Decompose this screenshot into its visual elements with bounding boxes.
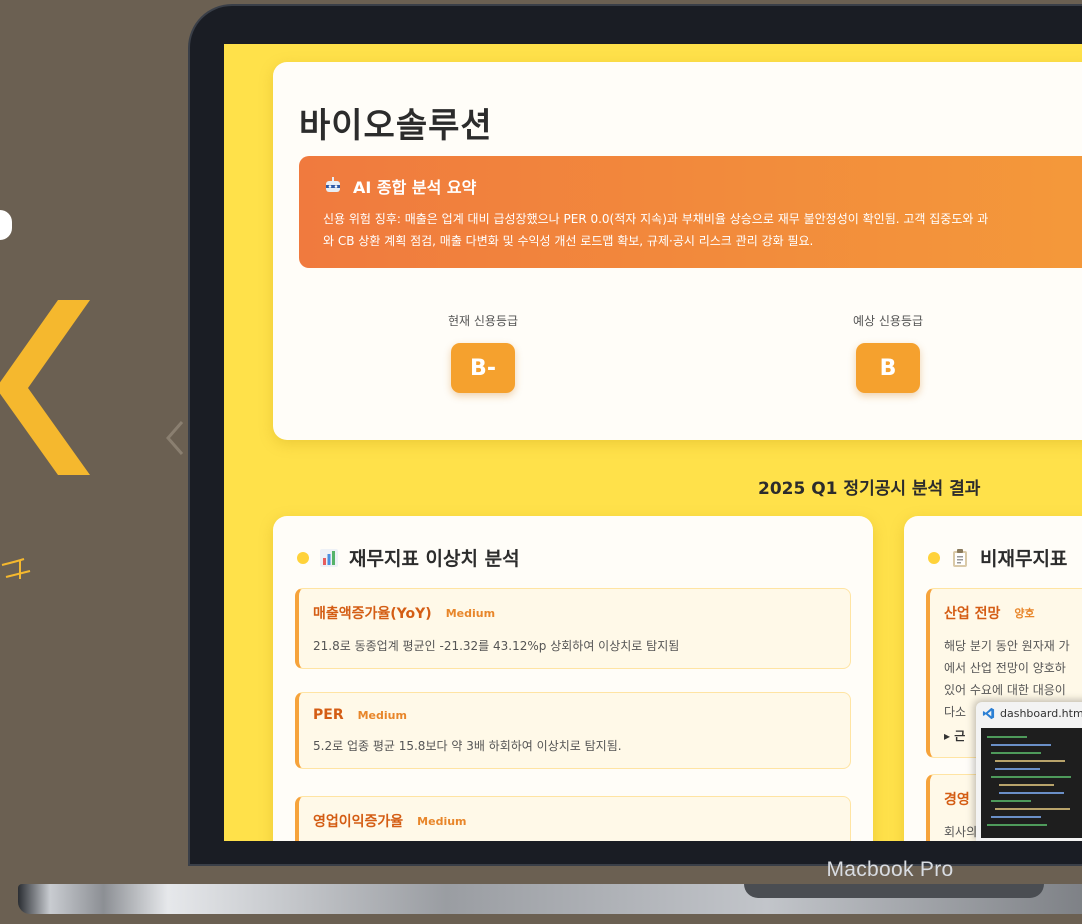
expected-grade-label: 예상 신용등급: [852, 314, 924, 328]
current-grade-label: 현재 신용등급: [447, 314, 519, 328]
bar-chart-icon: [320, 548, 338, 567]
item-description: 5.2로 업종 평균 15.8보다 약 3배 하회하여 이상치로 탐지됨.: [313, 739, 622, 753]
financial-item-revenue-growth[interactable]: 매출액증가율(YoY) Medium 21.8로 동종업계 평균인 -21.32…: [295, 588, 851, 669]
vscode-preview-window[interactable]: dashboard.html: [976, 702, 1082, 841]
vscode-code-area: [981, 728, 1082, 838]
nonfinancial-panel-header: 비재무지표: [928, 544, 1067, 571]
financial-panel-title: 재무지표 이상치 분석: [349, 548, 520, 570]
backdrop-arrow-icon: [166, 421, 184, 455]
item-title: 경영: [944, 792, 970, 808]
severity-badge: Medium: [357, 708, 407, 722]
vscode-tab[interactable]: dashboard.html: [976, 702, 1082, 725]
ai-summary-text-1: 신용 위험 징후: 매출은 업계 대비 급성장했으나 PER 0.0(적자 지속…: [323, 212, 989, 226]
nonfinancial-panel-title: 비재무지표: [980, 548, 1068, 570]
ai-summary-text-2: 와 CB 상환 계획 점검, 매출 다변화 및 수익성 개선 로드맵 확보, 규…: [323, 234, 814, 248]
severity-badge: Medium: [445, 606, 496, 620]
laptop-notch: [744, 884, 1044, 898]
chevron-decoration-icon: [0, 300, 90, 475]
status-dot-icon: [928, 551, 940, 564]
financial-panel-header: 재무지표 이상치 분석: [297, 544, 520, 571]
financial-item-op-income-growth[interactable]: 영업이익증가율 Medium: [295, 796, 851, 841]
item-description: 21.8로 동종업계 평균인 -21.32를 43.12%p 상회하여 이상치로…: [313, 639, 680, 653]
backdrop-fragment: [0, 210, 12, 240]
company-summary-card: 바이오솔루션 AI 종합 분석 요약 신용 위험 징후: 매출은 업계 대비 급…: [273, 62, 1082, 440]
robot-icon: [326, 177, 340, 192]
financial-anomaly-panel: 재무지표 이상치 분석 매출액증가율(YoY) Medium 21.8로 동종업…: [273, 516, 873, 841]
description-line: 에서 산업 전망이 양호하: [944, 661, 1066, 675]
dashboard-screen: 바이오솔루션 AI 종합 분석 요약 신용 위험 징후: 매출은 업계 대비 급…: [224, 44, 1082, 841]
status-dot-icon: [297, 551, 309, 564]
section-heading: 2025 Q1 정기공시 분석 결과: [758, 479, 981, 499]
expected-grade-badge: B: [856, 343, 920, 393]
item-title: 산업 전망: [944, 606, 1001, 622]
item-title: PER: [313, 707, 344, 723]
current-grade-block: 현재 신용등급 B-: [383, 312, 583, 393]
ai-summary-title: AI 종합 분석 요약: [353, 178, 477, 197]
ai-summary-banner: AI 종합 분석 요약 신용 위험 징후: 매출은 업계 대비 급성장했으나 P…: [299, 156, 1082, 268]
vscode-tab-label: dashboard.html: [1000, 707, 1082, 720]
financial-item-per[interactable]: PER Medium 5.2로 업종 평균 15.8보다 약 3배 하회하여 이…: [295, 692, 851, 769]
item-title: 매출액증가율(YoY): [313, 606, 432, 622]
clipboard-icon: [953, 548, 967, 567]
current-grade-badge: B-: [451, 343, 515, 393]
expected-grade-block: 예상 신용등급 B: [788, 312, 988, 393]
laptop-model-label: Macbook Pro: [826, 858, 954, 881]
item-title: 영업이익증가율: [313, 814, 404, 830]
severity-badge: 양호: [1014, 607, 1035, 620]
company-name: 바이오솔루션: [299, 106, 493, 146]
description-line: 있어 수요에 대한 대응이: [944, 683, 1066, 697]
description-line: 해당 분기 동안 원자재 가: [944, 639, 1070, 653]
scribble-decoration-icon: [1, 558, 31, 579]
severity-badge: Medium: [417, 814, 467, 828]
vscode-logo-icon: [982, 707, 995, 720]
ai-summary-header: AI 종합 분석 요약: [323, 174, 1082, 198]
